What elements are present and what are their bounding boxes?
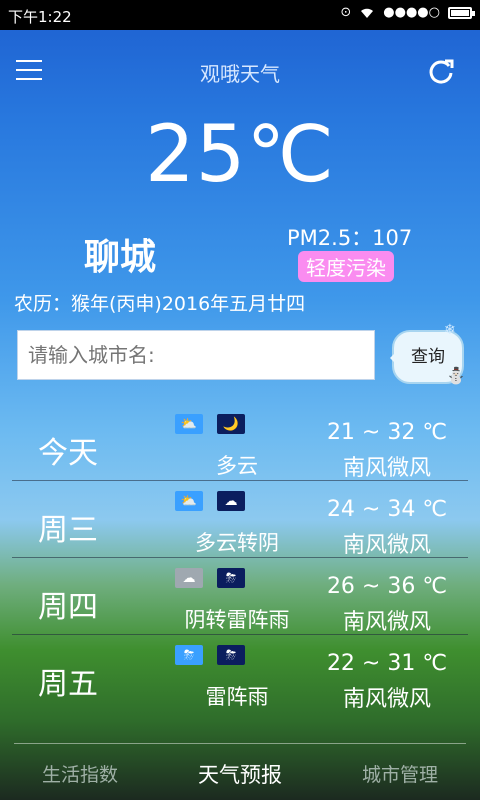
thunderstorm-icon: ⛈ <box>175 645 203 665</box>
pm25-value: PM2.5：107 <box>287 226 413 250</box>
thunderstorm-icon: ⛈ <box>217 645 245 665</box>
forecast-row: 今天 ⛅ 🌙 多云 21 ~ 32 ℃ 南风微风 <box>12 404 468 481</box>
forecast-row: 周三 ⛅ ☁ 多云转阴 24 ~ 34 ℃ 南风微风 <box>12 481 468 558</box>
battery-icon <box>448 6 475 19</box>
current-temperature: 25℃ <box>145 110 335 200</box>
forecast-wind: 南风微风 <box>342 533 431 558</box>
forecast-day: 周三 <box>38 513 98 548</box>
status-bar: 下午1:22 ⊙ ●●●●○ <box>0 0 480 30</box>
bottom-divider <box>14 743 466 744</box>
refresh-icon[interactable] <box>426 56 456 86</box>
city-search-input[interactable] <box>17 330 375 380</box>
bottom-nav: 生活指数 天气预报 城市管理 <box>0 755 480 795</box>
city-name: 聊城 <box>84 237 157 278</box>
forecast-day: 周四 <box>38 590 98 625</box>
snowflake-icon: ❄ <box>444 322 456 338</box>
pollution-badge: 轻度污染 <box>298 251 394 282</box>
forecast-wind: 南风微风 <box>342 456 431 481</box>
forecast-list: 今天 ⛅ 🌙 多云 21 ~ 32 ℃ 南风微风 周三 ⛅ ☁ 多云转阴 24 … <box>12 404 468 712</box>
forecast-temp-range: 22 ~ 31 ℃ <box>326 651 448 676</box>
lunar-date: 农历：猴年(丙申)2016年五月廿四 <box>14 293 306 315</box>
forecast-day: 周五 <box>38 667 98 702</box>
snowman-icon: ⛄ <box>446 366 466 385</box>
moon-cloud-icon: 🌙 <box>217 414 245 434</box>
tab-city-management[interactable]: 城市管理 <box>320 755 480 795</box>
forecast-temp-range: 24 ~ 34 ℃ <box>326 497 448 522</box>
tab-weather-forecast[interactable]: 天气预报 <box>160 755 320 795</box>
status-time: 下午1:22 <box>8 8 72 26</box>
partly-cloudy-sun-icon: ⛅ <box>175 414 203 434</box>
forecast-day: 今天 <box>38 436 98 471</box>
app-header: 观哦天气 <box>0 30 480 110</box>
app-title: 观哦天气 <box>200 62 280 86</box>
signal-icon: ●●●●○ <box>383 5 440 20</box>
wifi-icon <box>361 8 374 18</box>
forecast-temp-range: 26 ~ 36 ℃ <box>326 574 448 599</box>
forecast-row: 周四 ☁ ⛈ 阴转雷阵雨 26 ~ 36 ℃ 南风微风 <box>12 558 468 635</box>
thunderstorm-icon: ⛈ <box>217 568 245 588</box>
forecast-wind: 南风微风 <box>342 687 431 712</box>
alarm-icon: ⊙ <box>340 5 352 20</box>
status-icons: ⊙ ●●●●○ <box>340 5 475 20</box>
cloud-icon: ☁ <box>217 491 245 511</box>
forecast-row: 周五 ⛈ ⛈ 雷阵雨 22 ~ 31 ℃ 南风微风 <box>12 635 468 712</box>
overcast-icon: ☁ <box>175 568 203 588</box>
forecast-wind: 南风微风 <box>342 610 431 635</box>
partly-cloudy-sun-icon: ⛅ <box>175 491 203 511</box>
forecast-temp-range: 21 ~ 32 ℃ <box>326 420 448 445</box>
tab-life-index[interactable]: 生活指数 <box>0 755 160 795</box>
